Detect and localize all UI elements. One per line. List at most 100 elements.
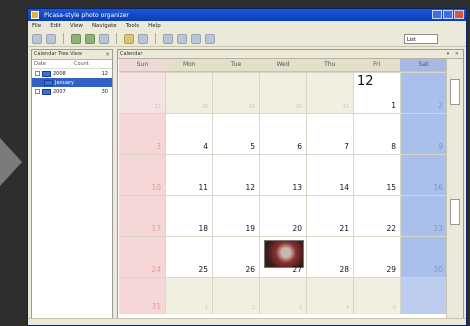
menu-file[interactable]: File [32, 23, 41, 29]
day-of-week-header: Sun Mon Tue Wed Thu Fri Sat [119, 59, 447, 72]
calendar-day[interactable]: 6 [260, 114, 306, 154]
calendar-day[interactable]: 12 1 [354, 73, 400, 113]
calendar-day[interactable]: 19 [213, 196, 259, 236]
calendar-day[interactable]: 5 [354, 278, 400, 314]
rotate-icon[interactable] [138, 33, 148, 44]
calendar-day[interactable]: 3 [260, 278, 306, 314]
calendar-day[interactable]: 8 [354, 114, 400, 154]
title-bar: Picasa-style photo organizer [28, 9, 466, 21]
close-button[interactable] [454, 10, 464, 19]
calendar-day[interactable]: 5 [213, 114, 259, 154]
print-icon[interactable] [99, 33, 109, 44]
calendar-panel-title: Calendar [120, 51, 143, 57]
calendar-day[interactable]: 29 [354, 237, 400, 277]
dow-mon: Mon [182, 61, 196, 68]
app-window: Picasa-style photo organizer File Edit V… [27, 8, 467, 326]
calendar-day[interactable]: 1 [166, 278, 212, 314]
calendar-day[interactable]: 30 [260, 73, 306, 113]
photo-thumbnail[interactable] [264, 240, 304, 268]
close-icon[interactable]: × [105, 50, 110, 59]
calendar-day[interactable]: 27 [119, 73, 165, 113]
day-number: 29 [386, 265, 396, 274]
calendar-day[interactable]: 10 [119, 155, 165, 195]
calendar-day[interactable]: 18 [166, 196, 212, 236]
back-icon[interactable] [32, 33, 42, 44]
menu-navigate[interactable]: Navigate [92, 23, 117, 29]
calendar-day[interactable]: 29 [213, 73, 259, 113]
tree-item-label: January [55, 79, 74, 86]
day-number: 18 [198, 224, 208, 233]
calendar-day[interactable]: 4 [307, 278, 353, 314]
calendar-panel-header: Calendar ▾ × [118, 50, 463, 59]
day-number: 8 [391, 142, 396, 151]
day-number: 9 [438, 142, 443, 151]
maximize-button[interactable] [443, 10, 453, 19]
calendar-day[interactable]: 13 [260, 155, 306, 195]
panel-controls[interactable]: ▾ × [447, 50, 461, 58]
tree-item-month[interactable]: January [32, 78, 112, 87]
menu-help[interactable]: Help [148, 23, 161, 29]
calendar-day[interactable]: 23 [401, 196, 447, 236]
calendar-day[interactable]: 22 [354, 196, 400, 236]
calendar-panel: Calendar ▾ × Sun Mon Tue Wed Thu Fri Sat… [117, 49, 464, 321]
day-number: 17 [151, 224, 161, 233]
tree-column-headers: Date Count [32, 60, 112, 69]
export-icon[interactable] [85, 33, 95, 44]
calendar-day[interactable]: 4 [166, 114, 212, 154]
calendar-day[interactable]: 26 [213, 237, 259, 277]
calendar-day-with-photo[interactable]: 27 [260, 237, 306, 277]
column-header-date[interactable]: Date [32, 60, 72, 68]
import-icon[interactable] [71, 33, 81, 44]
zoom-in-icon[interactable] [163, 33, 173, 44]
calendar-day[interactable]: 20 [260, 196, 306, 236]
star-icon[interactable] [124, 33, 134, 44]
view-select[interactable]: List [404, 33, 438, 44]
calendar-day[interactable]: 24 [119, 237, 165, 277]
calendar-day[interactable]: 16 [401, 155, 447, 195]
calendar-day[interactable]: 17 [119, 196, 165, 236]
day-number: 13 [292, 183, 302, 192]
day-number: 7 [344, 142, 349, 151]
dow-sun: Sun [119, 59, 166, 71]
calendar-day[interactable]: 21 [307, 196, 353, 236]
calendar-day[interactable]: 30 [401, 237, 447, 277]
expand-icon[interactable] [35, 71, 40, 76]
calendar-day[interactable]: 15 [354, 155, 400, 195]
calendar-day[interactable]: 6 [401, 278, 447, 314]
day-number: 6 [439, 305, 443, 311]
calendar-day[interactable]: 2 [213, 278, 259, 314]
calendar-day[interactable]: 2 [401, 73, 447, 113]
dow-sat: Sat [400, 59, 447, 71]
dow-tue: Tue [231, 61, 242, 68]
day-number: 3 [298, 305, 302, 311]
calendar-day[interactable]: 14 [307, 155, 353, 195]
expand-icon[interactable] [35, 89, 40, 94]
day-number: 15 [386, 183, 396, 192]
menu-edit[interactable]: Edit [50, 23, 61, 29]
toolbar-separator [155, 33, 156, 44]
zoom-out-icon[interactable] [177, 33, 187, 44]
calendar-day[interactable]: 31 [119, 278, 165, 314]
calendar-day[interactable]: 31 [307, 73, 353, 113]
calendar-day[interactable]: 7 [307, 114, 353, 154]
calendar-day[interactable]: 12 [213, 155, 259, 195]
scroll-handle[interactable] [450, 199, 460, 225]
side-scroll-strip [446, 59, 463, 321]
calendar-day[interactable]: 25 [166, 237, 212, 277]
tree-item-year[interactable]: 2008 12 [32, 69, 112, 78]
tree-item-year[interactable]: 2007 30 [32, 87, 112, 96]
refresh-icon[interactable] [205, 33, 215, 44]
calendar-day[interactable]: 11 [166, 155, 212, 195]
scroll-handle[interactable] [450, 79, 460, 105]
minimize-button[interactable] [432, 10, 442, 19]
calendar-day[interactable]: 28 [166, 73, 212, 113]
tree-item-label: 2008 [53, 70, 66, 77]
menu-view[interactable]: View [70, 23, 83, 29]
calendar-day[interactable]: 9 [401, 114, 447, 154]
menu-tools[interactable]: Tools [126, 23, 140, 29]
calendar-day[interactable]: 3 [119, 114, 165, 154]
calendar-day[interactable]: 28 [307, 237, 353, 277]
forward-icon[interactable] [46, 33, 56, 44]
column-header-count[interactable]: Count [72, 60, 112, 68]
slideshow-icon[interactable] [191, 33, 201, 44]
